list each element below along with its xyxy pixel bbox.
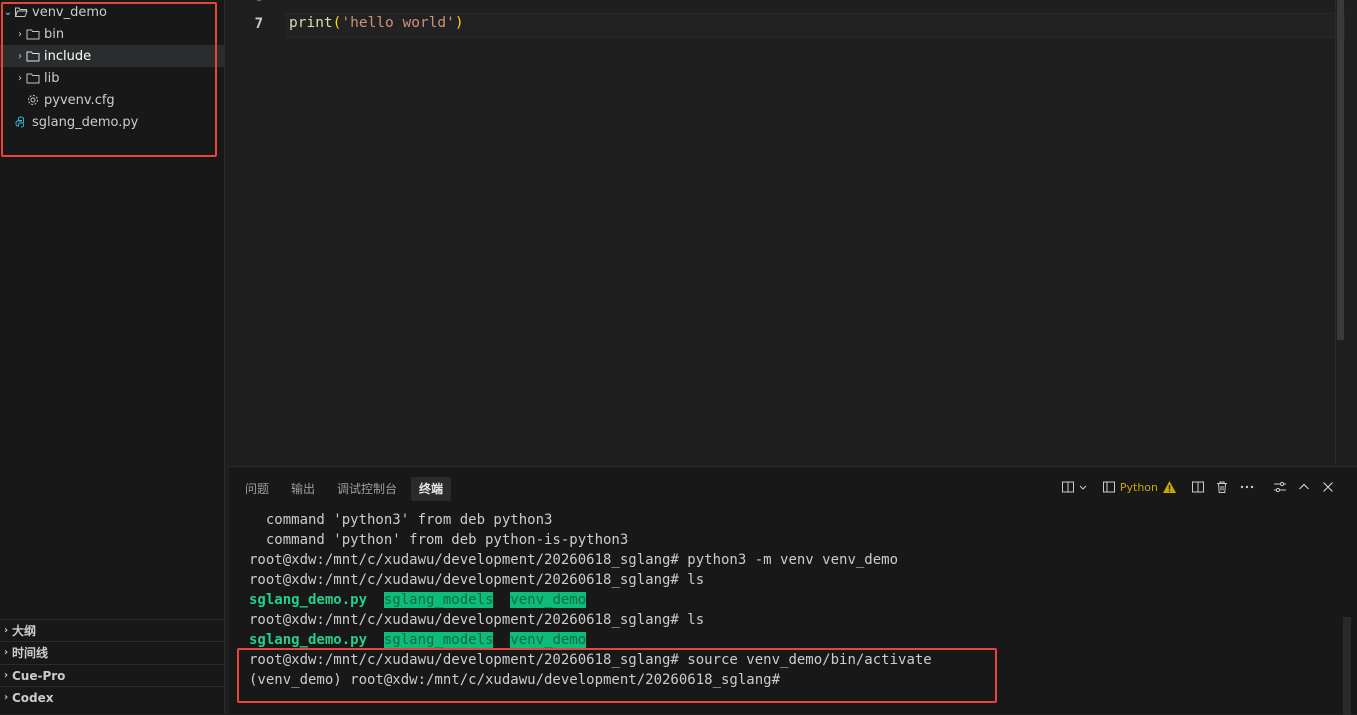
terminal-line: root@xdw:/mnt/c/xudawu/development/20260… [249, 572, 705, 588]
chevron-right-icon: › [3, 647, 9, 658]
ls-dir: venv_demo [510, 592, 587, 608]
new-terminal-split-button[interactable] [1061, 479, 1088, 495]
panel-actions: Python [1061, 479, 1335, 495]
bottom-panel: 问题 输出 调试控制台 终端 Python command 'python3' … [229, 466, 1357, 715]
ls-file: sglang_demo.py [249, 592, 368, 608]
tab-terminal[interactable]: 终端 [411, 477, 452, 501]
tree-item-label: include [44, 48, 92, 64]
tab-debug-console[interactable]: 调试控制台 [329, 477, 405, 501]
terminal-name: Python [1119, 480, 1158, 494]
tab-output[interactable]: 输出 [283, 477, 323, 501]
tree-item-label: sglang_demo.py [32, 114, 139, 130]
section-outline[interactable]: › 大纲 [0, 619, 224, 641]
tree-item-label: lib [44, 70, 60, 86]
section-label: Cue-Pro [12, 668, 66, 683]
warning-icon [1163, 481, 1176, 493]
section-label: Codex [12, 690, 54, 705]
chevron-right-icon: › [18, 50, 22, 62]
tree-item-lib[interactable]: › lib [0, 67, 224, 89]
terminal-instance-button[interactable]: Python [1102, 479, 1177, 495]
chevron-right-icon: › [3, 670, 9, 681]
gear-icon [26, 93, 40, 107]
sliders-icon [1274, 481, 1286, 493]
code-token-string: 'hello world' [341, 15, 455, 31]
close-icon [1323, 482, 1333, 492]
maximize-panel-button[interactable] [1297, 479, 1311, 495]
section-codex[interactable]: › Codex [0, 686, 224, 708]
section-timeline[interactable]: › 时间线 [0, 641, 224, 663]
tree-item-label: pyvenv.cfg [44, 92, 115, 108]
more-actions-button[interactable] [1239, 479, 1255, 495]
terminal-scrollbar[interactable] [1343, 617, 1351, 715]
code-token-function: print [289, 15, 333, 31]
tree-item-venv-demo[interactable]: ⌄ venv_demo [0, 1, 224, 23]
ellipsis-icon [1240, 485, 1254, 489]
folder-icon [26, 27, 40, 41]
tab-problems[interactable]: 问题 [237, 477, 277, 501]
folder-open-icon [14, 5, 28, 19]
section-label: 大纲 [12, 624, 37, 638]
terminal-line: root@xdw:/mnt/c/xudawu/development/20260… [249, 612, 705, 628]
folder-icon [26, 71, 40, 85]
chevron-right-icon: › [3, 692, 9, 703]
python-file-icon [14, 115, 28, 129]
tree-item-include[interactable]: › include [0, 45, 224, 67]
ls-dir: sglang_models [383, 592, 494, 608]
terminal-line: root@xdw:/mnt/c/xudawu/development/20260… [249, 652, 932, 668]
panel-tabs: 问题 输出 调试控制台 终端 [237, 477, 457, 501]
code-editor[interactable]: 6 7 print('hello world') [229, 0, 1357, 465]
terminal-prompt-line: (venv_demo) root@xdw:/mnt/c/xudawu/devel… [249, 672, 789, 688]
panel-settings-button[interactable] [1273, 479, 1287, 495]
split-terminal-button[interactable] [1191, 479, 1205, 495]
code-line[interactable]: print('hello world') [289, 15, 464, 31]
trash-icon [1217, 481, 1227, 493]
editor-scrollbar-thumb[interactable] [1337, 0, 1344, 340]
chevron-right-icon: › [18, 72, 22, 84]
line-number: 6 [223, 0, 263, 5]
tree-item-label: bin [44, 26, 65, 42]
chevron-right-icon: › [18, 28, 22, 40]
section-label: 时间线 [12, 646, 49, 660]
terminal-line: command 'python' from deb python-is-pyth… [249, 532, 629, 548]
terminal-output[interactable]: command 'python3' from deb python3 comma… [249, 510, 932, 690]
chevron-down-icon: ⌄ [3, 6, 13, 18]
folder-icon [26, 49, 40, 63]
terminal-layout-icon [1102, 481, 1115, 493]
terminal-line: root@xdw:/mnt/c/xudawu/development/20260… [249, 552, 899, 568]
chevron-right-icon: › [3, 625, 9, 636]
terminal-ls-output: sglang_demo.py sglang_models venv_demo [249, 590, 932, 610]
ls-file: sglang_demo.py [249, 632, 368, 648]
explorer-sidebar: ⌄ venv_demo › bin › include › lib pyvenv… [0, 0, 225, 714]
ls-dir: sglang_models [383, 632, 494, 648]
tree-item-label: venv_demo [32, 4, 107, 20]
tree-item-pyvenv-cfg[interactable]: pyvenv.cfg [0, 89, 224, 111]
split-icon [1192, 481, 1204, 493]
code-token-paren: ) [454, 15, 464, 31]
section-cue-pro[interactable]: › Cue-Pro [0, 664, 224, 686]
terminal-ls-output: sglang_demo.py sglang_models venv_demo [249, 630, 932, 650]
ls-dir: venv_demo [510, 632, 587, 648]
line-number: 7 [254, 16, 263, 32]
tree-item-sglang-demo-py[interactable]: sglang_demo.py [0, 111, 224, 133]
split-layout-icon [1061, 481, 1074, 493]
tree-item-bin[interactable]: › bin [0, 23, 224, 45]
terminal-line: command 'python3' from deb python3 [249, 512, 553, 528]
chevron-down-icon [1079, 485, 1087, 490]
kill-terminal-button[interactable] [1215, 479, 1229, 495]
chevron-up-icon [1299, 483, 1309, 490]
close-panel-button[interactable] [1321, 479, 1335, 495]
